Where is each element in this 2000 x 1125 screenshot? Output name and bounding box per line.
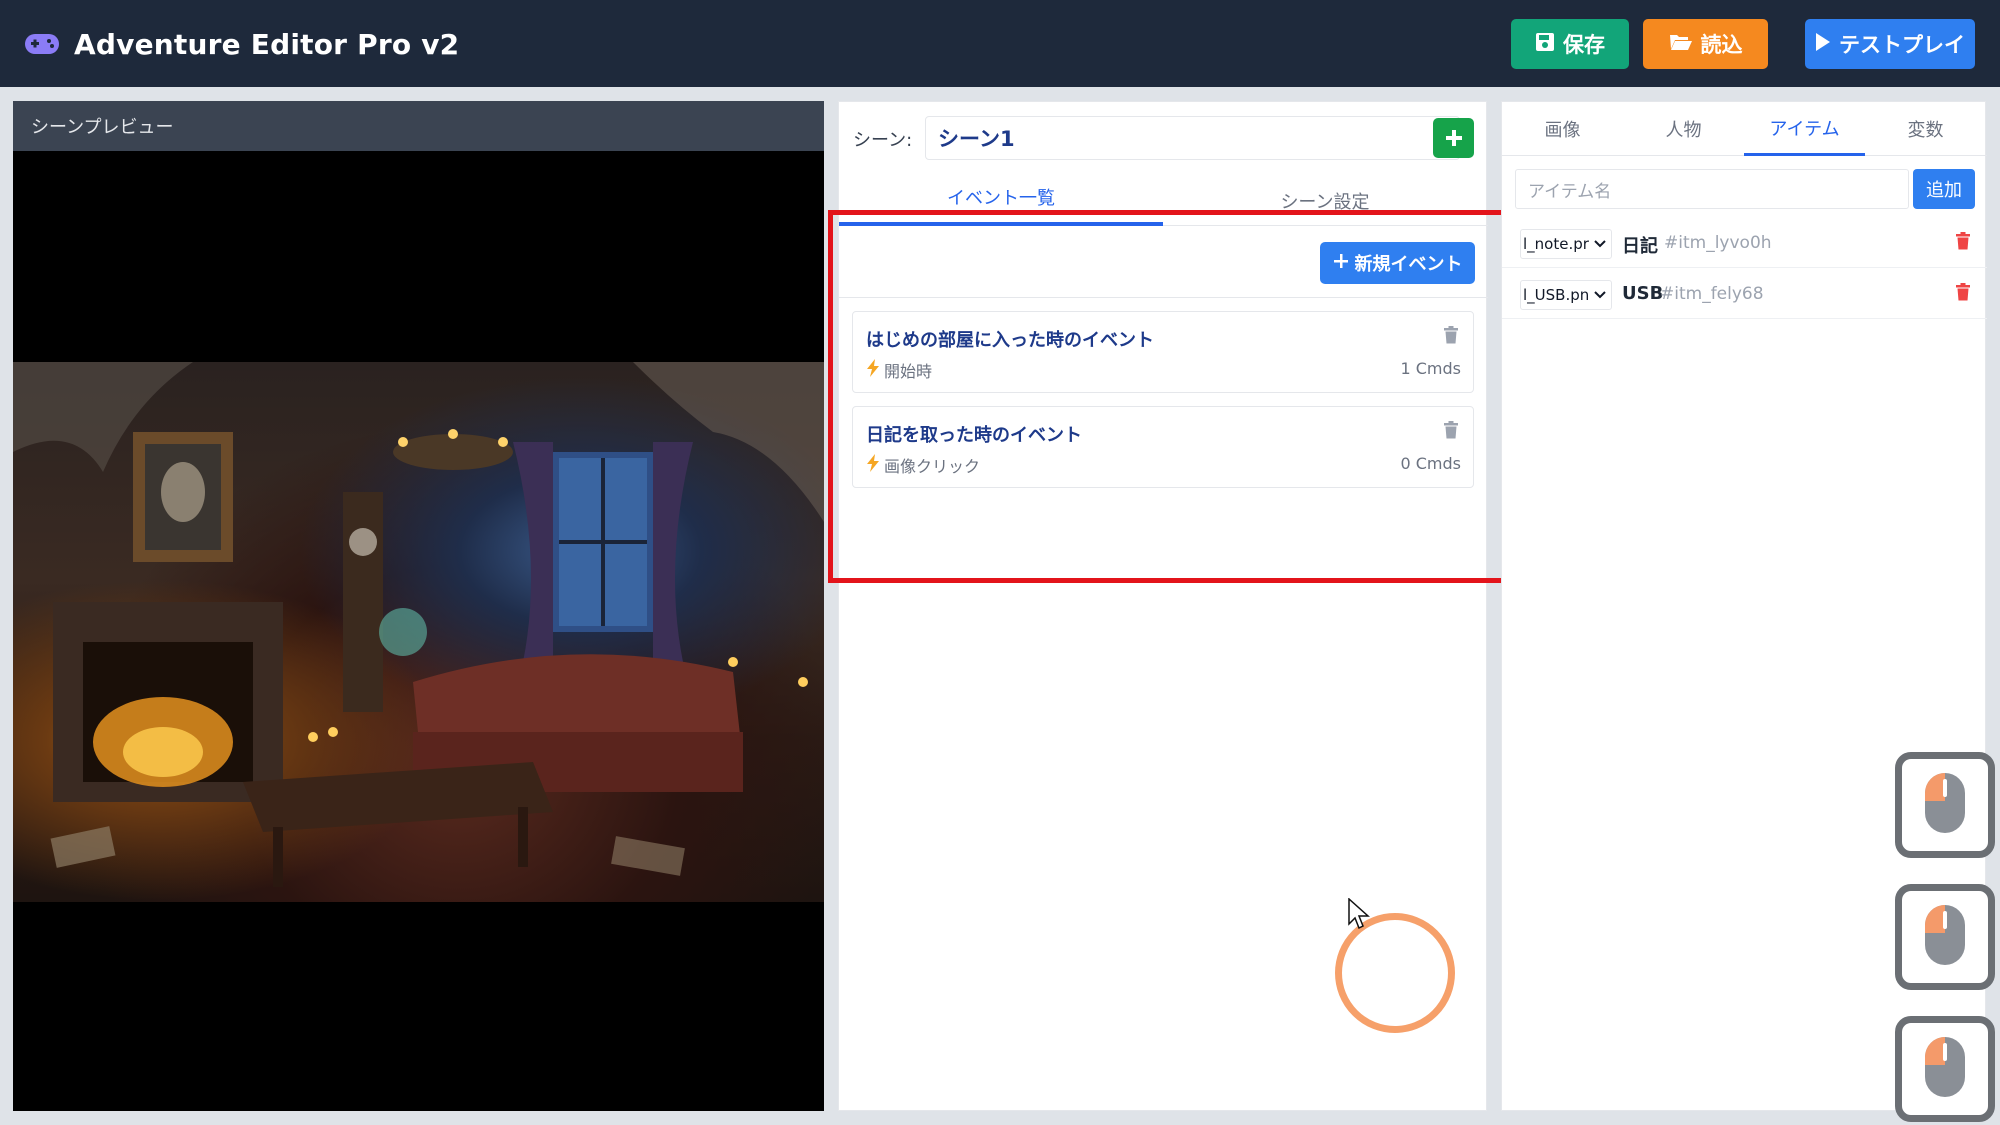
add-item-button[interactable]: 追加 — [1913, 169, 1975, 209]
scene-background-image[interactable] — [13, 362, 824, 902]
item-image-select[interactable]: l_USB.pn — [1520, 280, 1612, 310]
event-cmd-count: 0 Cmds — [1400, 454, 1461, 473]
testplay-button-label: テストプレイ — [1839, 33, 1965, 57]
item-name: USB — [1622, 283, 1664, 304]
mouse-left-click-icon — [1923, 1035, 1967, 1103]
tab-items[interactable]: アイテム — [1744, 102, 1865, 156]
mouse-indicator — [1895, 1016, 1995, 1122]
app-header: Adventure Editor Pro v2 保存 読込 テストプレイ — [0, 0, 2000, 87]
play-icon — [1815, 32, 1831, 57]
plus-icon — [1333, 253, 1349, 274]
chevron-down-icon — [1593, 237, 1607, 255]
event-item[interactable]: はじめの部屋に入った時のイベント 開始時 1 Cmds — [852, 311, 1474, 393]
event-item[interactable]: 日記を取った時のイベント 画像クリック 0 Cmds — [852, 406, 1474, 488]
assets-tabs: 画像 人物 アイテム 変数 — [1502, 102, 1987, 156]
event-trigger-label: 開始時 — [884, 362, 933, 381]
list-item: l_note.pr 日記 #itm_lyvo0h — [1502, 218, 1987, 268]
mouse-cursor-icon — [1348, 897, 1370, 934]
bolt-icon — [866, 454, 880, 476]
event-cmd-count: 1 Cmds — [1400, 359, 1461, 378]
trash-icon[interactable] — [1443, 326, 1459, 348]
scene-illustration — [13, 362, 824, 887]
add-scene-button[interactable] — [1433, 118, 1474, 158]
gamepad-icon — [24, 24, 60, 64]
tab-images[interactable]: 画像 — [1502, 102, 1623, 156]
mouse-left-click-icon — [1923, 771, 1967, 839]
testplay-button[interactable]: テストプレイ — [1805, 19, 1975, 69]
save-button[interactable]: 保存 — [1511, 19, 1629, 69]
divider — [839, 297, 1488, 298]
load-button-label: 読込 — [1700, 33, 1743, 57]
tab-variables[interactable]: 変数 — [1865, 102, 1986, 156]
scene-preview-panel: シーンプレビュー — [13, 101, 824, 1111]
plus-icon — [1444, 122, 1464, 155]
list-item: l_USB.pn USB #itm_fely68 — [1502, 269, 1987, 319]
item-name-input[interactable]: アイテム名 — [1515, 169, 1909, 209]
chevron-down-icon — [1593, 288, 1607, 306]
mouse-left-click-icon — [1923, 903, 1967, 971]
mouse-indicator — [1895, 884, 1995, 990]
events-tabs: イベント一覧 シーン設定 — [839, 170, 1488, 226]
event-trigger-label: 画像クリック — [884, 457, 981, 476]
item-id: #itm_fely68 — [1660, 284, 1764, 304]
folder-open-icon — [1669, 32, 1693, 57]
app-title: Adventure Editor Pro v2 — [74, 27, 460, 61]
scene-select[interactable]: シーン1 — [925, 116, 1460, 160]
tab-scene-settings[interactable]: シーン設定 — [1163, 170, 1487, 226]
brand: Adventure Editor Pro v2 — [24, 24, 459, 64]
event-title: はじめの部屋に入った時のイベント — [866, 330, 1154, 351]
save-button-label: 保存 — [1563, 33, 1605, 57]
tab-characters[interactable]: 人物 — [1623, 102, 1744, 156]
trash-icon[interactable] — [1955, 232, 1971, 254]
event-trigger: 画像クリック — [866, 453, 980, 477]
trash-icon[interactable] — [1955, 283, 1971, 305]
item-id: #itm_lyvo0h — [1664, 233, 1772, 253]
trash-icon[interactable] — [1443, 421, 1459, 443]
scene-select-value: シーン1 — [938, 127, 1015, 151]
floppy-icon — [1535, 32, 1555, 57]
event-title: 日記を取った時のイベント — [866, 425, 1082, 446]
item-name: 日記 — [1622, 236, 1658, 257]
bolt-icon — [866, 359, 880, 381]
mouse-indicator — [1895, 752, 1995, 858]
item-image-select[interactable]: l_note.pr — [1520, 229, 1612, 259]
load-button[interactable]: 読込 — [1643, 19, 1768, 69]
item-image-value: l_note.pr — [1523, 235, 1589, 253]
item-image-value: l_USB.pn — [1523, 286, 1590, 304]
new-event-label: 新規イベント — [1354, 254, 1463, 275]
event-trigger: 開始時 — [866, 358, 932, 382]
new-event-button[interactable]: 新規イベント — [1320, 242, 1475, 284]
scene-preview-header: シーンプレビュー — [13, 101, 824, 151]
tab-event-list[interactable]: イベント一覧 — [839, 170, 1163, 226]
scene-label: シーン: — [853, 130, 913, 151]
